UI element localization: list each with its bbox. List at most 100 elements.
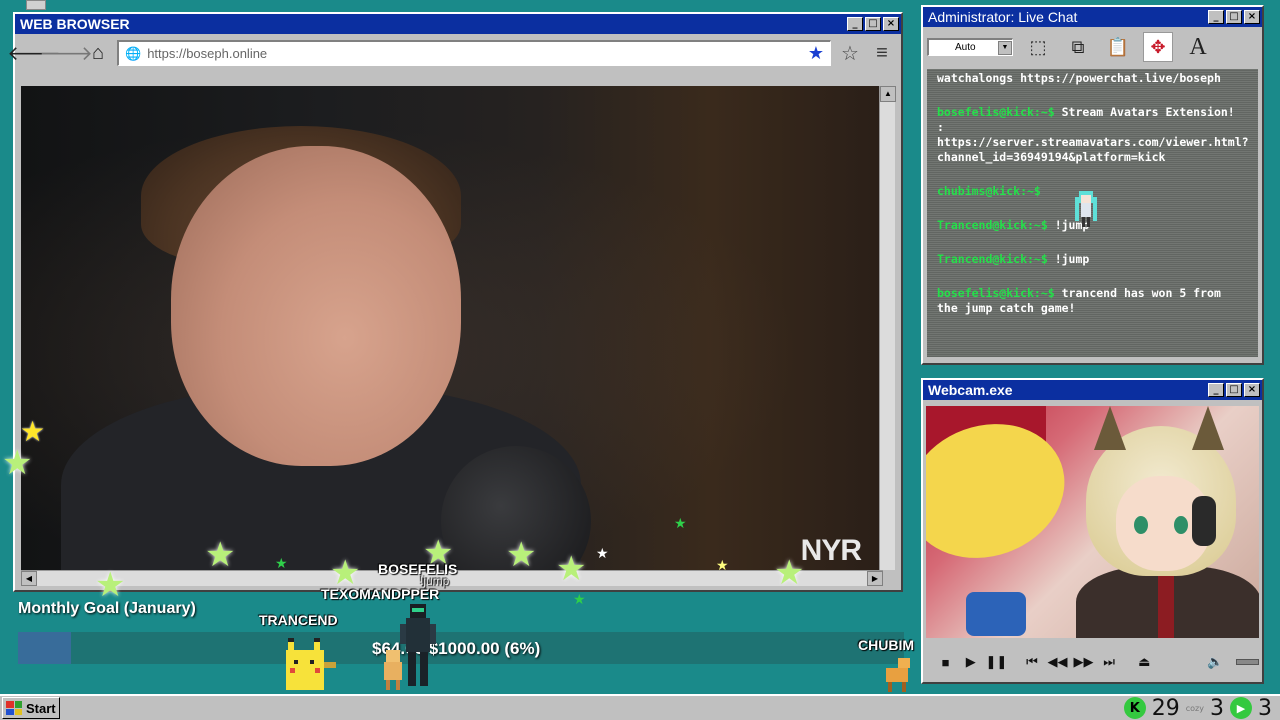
ninja-avatar-sprite — [400, 604, 436, 686]
star-icon: ★ — [556, 550, 587, 588]
vtuber-eye-right — [1174, 516, 1188, 534]
pikachu-avatar-sprite — [286, 638, 336, 690]
maximize-button[interactable]: □ — [1226, 10, 1242, 24]
avatar-name-chubim: CHUBIM — [858, 637, 914, 653]
avatar-name-trancend: TRANCEND — [259, 612, 338, 628]
chat-message: bosefelis@kick:~$ Stream Avatars Extensi… — [937, 105, 1249, 165]
chat-message: Trancend@kick:~$ !jump — [937, 252, 1248, 267]
volume-slider[interactable] — [1236, 659, 1260, 665]
start-button[interactable]: Start — [2, 697, 60, 719]
webcam-title: Webcam.exe — [928, 382, 1013, 398]
goal-title: Monthly Goal (January) — [18, 600, 196, 617]
minimize-button[interactable]: _ — [1208, 10, 1224, 24]
minimize-button[interactable]: _ — [1208, 383, 1224, 397]
play-logo-icon[interactable]: ▶ — [1230, 697, 1252, 719]
skip-back-icon[interactable]: ⏮ — [1023, 653, 1040, 671]
star-icon: ★ — [205, 536, 236, 574]
webcam-titlebar[interactable]: Webcam.exe _ □ × — [923, 380, 1262, 400]
chat-titlebar[interactable]: Administrator: Live Chat _ □ × — [923, 7, 1262, 27]
video-player[interactable]: NYR — [21, 86, 883, 570]
font-icon[interactable]: A — [1183, 32, 1213, 62]
vtuber-ear-right — [1192, 406, 1224, 450]
forward-arrow-icon[interactable]: 🡒 — [39, 40, 93, 66]
fast-forward-icon[interactable]: ▶▶ — [1074, 653, 1094, 671]
chat-username[interactable]: Trancend@kick:~$ — [937, 252, 1048, 266]
pause-icon[interactable]: ❚❚ — [985, 653, 1007, 671]
chat-title: Administrator: Live Chat — [928, 9, 1078, 25]
chat-log[interactable]: watchalongs https://powerchat.live/bosep… — [927, 69, 1258, 357]
chat-message: bosefelis@kick:~$ trancend has won 5 fro… — [937, 286, 1248, 316]
stop-icon[interactable]: ■ — [937, 653, 954, 671]
windows-logo-icon — [6, 701, 22, 715]
star-icon: ★ — [596, 545, 609, 561]
browser-navbar: 🡐 🡒 ⌂ 🌐 https://boseph.online ★ ☆ ≡ — [7, 34, 901, 72]
vertical-scrollbar[interactable]: ▲ — [879, 86, 896, 570]
browser-titlebar[interactable]: WEB BROWSER _ □ × — [15, 14, 901, 34]
eject-icon[interactable]: ⏏ — [1136, 653, 1153, 671]
system-tray: K 29 cozy 3 ▶ 3 — [1123, 695, 1280, 720]
paste-icon[interactable]: 📋 — [1103, 32, 1133, 62]
select-icon[interactable]: ⬚ — [1023, 32, 1053, 62]
bookmark-star-icon[interactable]: ★ — [808, 43, 824, 64]
star-icon: ★ — [716, 557, 729, 573]
maximize-button[interactable]: □ — [1226, 383, 1242, 397]
star-icon: ★ — [506, 536, 537, 574]
font-size-dropdown[interactable]: Auto ▼ — [927, 38, 1013, 56]
globe-icon: 🌐 — [125, 45, 142, 61]
chevron-down-icon[interactable]: ▼ — [998, 40, 1012, 55]
skip-forward-icon[interactable]: ⏭ — [1101, 653, 1118, 671]
chat-username[interactable]: bosefelis@kick:~$ — [937, 105, 1055, 119]
move-icon[interactable]: ✥ — [1143, 32, 1173, 62]
webcam-mug — [966, 592, 1026, 636]
chat-toolbar: Auto ▼ ⬚ ⧉ 📋 ✥ A — [923, 27, 1262, 67]
maximize-button[interactable]: □ — [865, 17, 881, 31]
minimize-button[interactable]: _ — [847, 17, 863, 31]
webcam-window: Webcam.exe _ □ × ■ ▶ ❚❚ ⏮ ◀◀ ▶▶ ⏭ ⏏ 🔈 — [921, 378, 1264, 684]
vtuber-eye-left — [1134, 516, 1148, 534]
chat-window: Administrator: Live Chat _ □ × Auto ▼ ⬚ … — [921, 5, 1264, 365]
goal-progress-fill — [18, 632, 71, 664]
star-icon: ★ — [20, 416, 46, 447]
cozy-viewer-count: 3 — [1210, 695, 1224, 720]
chat-username[interactable]: bosefelis@kick:~$ — [937, 286, 1055, 300]
media-controls: ■ ▶ ❚❚ ⏮ ◀◀ ▶▶ ⏭ ⏏ 🔈 — [929, 648, 1260, 676]
chat-message: watchalongs https://powerchat.live/bosep… — [937, 71, 1248, 86]
address-bar[interactable]: 🌐 https://boseph.online ★ — [117, 40, 831, 66]
taskbar: Start K 29 cozy 3 ▶ 3 — [0, 694, 1280, 720]
chat-message-text: watchalongs https://powerchat.live/bosep… — [937, 71, 1221, 85]
star-icon: ★ — [774, 554, 805, 592]
star-icon: ★ — [330, 554, 361, 592]
close-button[interactable]: × — [1244, 383, 1260, 397]
kick-viewer-count: 29 — [1151, 695, 1180, 720]
vtuber-headphones — [1192, 496, 1216, 546]
rewind-icon[interactable]: ◀◀ — [1048, 653, 1068, 671]
star-icon: ★ — [95, 566, 126, 604]
browser-title: WEB BROWSER — [20, 16, 130, 32]
scroll-up-icon[interactable]: ▲ — [880, 86, 896, 102]
chat-message-text: !jump — [1047, 252, 1090, 266]
hamburger-menu-icon[interactable]: ≡ — [869, 40, 895, 66]
scroll-left-icon[interactable]: ◀ — [21, 571, 37, 586]
chat-avatar-sprite — [1075, 191, 1097, 227]
volume-icon[interactable]: 🔈 — [1207, 653, 1224, 671]
home-icon[interactable]: ⌂ — [85, 40, 111, 66]
scroll-right-icon[interactable]: ▶ — [867, 571, 883, 586]
start-label: Start — [26, 700, 56, 716]
chat-username[interactable]: Trancend@kick:~$ — [937, 218, 1048, 232]
play-viewer-count: 3 — [1258, 695, 1272, 720]
url-text[interactable]: https://boseph.online — [147, 46, 802, 61]
kick-logo-icon[interactable]: K — [1123, 697, 1146, 719]
dropdown-value: Auto — [955, 42, 976, 53]
close-button[interactable]: × — [1244, 10, 1260, 24]
chubim-avatar-sprite — [886, 658, 910, 692]
copy-icon[interactable]: ⧉ — [1063, 32, 1093, 62]
close-button[interactable]: × — [883, 17, 899, 31]
desktop-icon[interactable] — [26, 0, 46, 10]
webcam-feed — [926, 406, 1259, 638]
chat-username[interactable]: chubims@kick:~$ — [937, 184, 1041, 198]
favorites-star-icon[interactable]: ☆ — [837, 40, 863, 66]
play-icon[interactable]: ▶ — [962, 653, 979, 671]
vtuber-tie — [1158, 576, 1174, 638]
video-face — [171, 146, 461, 466]
cozy-label: cozy — [1185, 703, 1204, 713]
